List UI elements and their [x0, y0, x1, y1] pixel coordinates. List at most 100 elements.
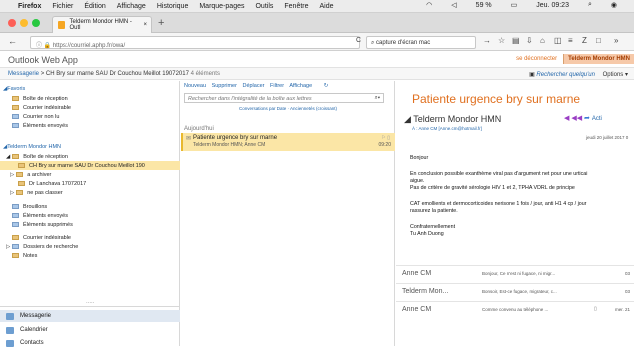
folder-group-account[interactable]: ◢ Telderm Mondor HMN	[0, 142, 180, 151]
nav-messagerie[interactable]: Messagerie	[0, 310, 180, 322]
overflow-icon[interactable]: »	[614, 36, 618, 45]
go-arrow-icon[interactable]: →	[483, 36, 491, 45]
url-bar[interactable]: ⓘ 🔒 https://courriel.aphp.fr/owa/	[30, 36, 360, 49]
close-tab-icon[interactable]: ×	[143, 22, 147, 28]
folder-deleted[interactable]: Éléments supprimés	[0, 220, 180, 229]
extension-icon[interactable]: □	[596, 36, 601, 45]
folder-label: Boîte de réception	[23, 153, 68, 160]
breadcrumb-messagerie[interactable]: Messagerie	[8, 71, 39, 77]
menu-fenetre[interactable]: Fenêtre	[284, 3, 308, 10]
message-row-selected[interactable]: ✉ Patiente urgence bry sur marne ⚐ ▯ Tel…	[181, 133, 395, 151]
expand-arrow-icon[interactable]: ▷	[6, 244, 10, 250]
folder-notes[interactable]: Notes	[0, 251, 180, 260]
reading-sender[interactable]: ◢ Telderm Mondor HMN	[404, 114, 501, 125]
view-button[interactable]: Affichage	[289, 83, 312, 89]
user-name-badge[interactable]: Telderm Mondor HMN	[563, 54, 634, 64]
folder-junk-fav[interactable]: Courrier indésirable	[0, 103, 180, 112]
browser-tab-active[interactable]: Telderm Mondor HMN - Outl ×	[52, 16, 152, 33]
nav-calendrier[interactable]: Calendrier	[0, 324, 180, 336]
folder-ch-bry-selected[interactable]: CH Bry sur marne SAU Dr Couchou Meillot …	[0, 161, 180, 170]
filter-button[interactable]: Filtrer	[270, 83, 284, 89]
close-window-button[interactable]	[8, 19, 16, 27]
folder-icon	[12, 105, 19, 110]
browser-search-field[interactable]: ⌕ capture d'écran mac	[366, 36, 476, 49]
reply-all-icon[interactable]: ◀◀	[571, 115, 584, 122]
home-icon[interactable]: ⌂	[540, 36, 545, 45]
folder-lanchava[interactable]: Dr Lanchava 17072017	[0, 179, 180, 188]
bookmark-star-icon[interactable]: ☆	[498, 36, 505, 45]
forward-icon[interactable]: ➦	[584, 115, 592, 122]
folder-sent-fav[interactable]: Éléments envoyés	[0, 121, 180, 130]
message-subject: Patiente urgence bry sur marne	[193, 135, 278, 141]
folder-archive[interactable]: ▷ a archiver	[0, 170, 180, 179]
volume-icon[interactable]: ◁	[451, 1, 456, 9]
sort-options[interactable]: Conversations par Date · Anciennetés (cr…	[181, 106, 395, 111]
chevron-down-icon[interactable]: ▾	[625, 72, 628, 78]
menu-edition[interactable]: Édition	[84, 3, 105, 10]
menu-affichage[interactable]: Affichage	[117, 3, 146, 10]
expand-arrow-icon[interactable]: ▷	[10, 190, 14, 196]
resize-handle[interactable]: .....	[86, 299, 94, 305]
refresh-icon[interactable]: ↻	[324, 83, 329, 89]
expand-arrow-icon[interactable]: ▷	[10, 172, 14, 178]
zoom-window-button[interactable]	[32, 19, 40, 27]
folder-ne-pas-classer[interactable]: ▷ ne pas classer	[0, 188, 180, 197]
menu-historique[interactable]: Historique	[157, 3, 189, 10]
module-switcher: ..... Messagerie Calendrier Contacts	[0, 299, 180, 349]
reading-date: jeudi 20 juillet 2017 0	[586, 135, 629, 140]
pocket-icon[interactable]: ◫	[554, 36, 562, 45]
menu-icon[interactable]: ≡	[568, 36, 573, 45]
new-message-button[interactable]: Nouveau	[184, 83, 206, 89]
wifi-icon[interactable]: ◠	[426, 1, 432, 9]
library-icon[interactable]: ▤	[512, 36, 520, 45]
minimize-window-button[interactable]	[20, 19, 28, 27]
clock-label[interactable]: Jeu. 09:23	[536, 2, 569, 9]
reload-button[interactable]: C	[356, 37, 361, 44]
folder-search-folders[interactable]: ▷ Dossiers de recherche	[0, 242, 180, 251]
thread-date: 03	[624, 289, 630, 294]
actions-menu[interactable]: Acti	[592, 116, 602, 122]
body-line: aigue.	[410, 178, 425, 184]
body-line: rassurez la patiente.	[410, 208, 458, 214]
folder-unread-fav[interactable]: Courrier non lu	[0, 112, 180, 121]
back-button[interactable]: ←	[8, 36, 17, 46]
move-button[interactable]: Déplacer	[242, 83, 264, 89]
battery-label[interactable]: 59 %	[476, 2, 492, 9]
collapse-arrow-icon[interactable]: ◢	[6, 154, 10, 160]
siri-icon[interactable]: ◉	[611, 1, 617, 9]
folder-inbox[interactable]: ◢ Boîte de réception	[0, 152, 180, 161]
thread-date: 03	[624, 271, 630, 276]
search-folder-icon	[12, 244, 20, 249]
folder-drafts[interactable]: Brouillons	[0, 202, 180, 211]
thread-sender: Telderm Mon...	[402, 288, 449, 295]
delete-button[interactable]: Supprimer	[212, 83, 237, 89]
menu-marque-pages[interactable]: Marque-pages	[199, 3, 244, 10]
menu-app-firefox[interactable]: Firefox	[18, 3, 41, 10]
menu-outils[interactable]: Outils	[255, 3, 273, 10]
thread-item[interactable]: Anne CM Bonjour, Ce n'est ni fugace, ni …	[396, 265, 634, 283]
site-info-icon[interactable]: ⓘ	[36, 43, 44, 49]
search-icon[interactable]: ⌕	[588, 1, 592, 9]
options-menu[interactable]: Options	[603, 72, 624, 78]
flag-icon[interactable]: ⚐ ▯	[381, 135, 390, 141]
menu-aide[interactable]: Aide	[320, 3, 334, 10]
download-icon[interactable]: ⇩	[526, 36, 533, 45]
nav-contacts[interactable]: Contacts	[0, 337, 180, 349]
folder-group-favoris[interactable]: ◢ Favoris	[0, 84, 180, 93]
folder-inbox-fav[interactable]: Boîte de réception	[0, 94, 180, 103]
zotero-icon[interactable]: Z	[582, 36, 587, 45]
disconnect-link[interactable]: se déconnecter	[516, 56, 557, 62]
new-tab-button[interactable]: +	[158, 17, 164, 29]
battery-icon[interactable]: ▭	[511, 1, 518, 9]
folder-junk[interactable]: Courrier indésirable	[0, 233, 180, 242]
mailbox-search-input[interactable]: Rechercher dans l'intégralité de la boît…	[184, 93, 384, 103]
reading-recipient[interactable]: À : Anne CM [Anne.cm@hotmail.fr]	[412, 126, 482, 131]
thread-item[interactable]: Telderm Mon... Bonsoir, Est-ce fugace, m…	[396, 283, 634, 301]
search-icon[interactable]: ⌕▾	[375, 95, 380, 102]
menu-fichier[interactable]: Fichier	[52, 3, 73, 10]
body-line: Confraternellement	[410, 224, 456, 230]
people-search-link[interactable]: Rechercher quelqu'un	[536, 72, 595, 78]
folder-sent[interactable]: Éléments envoyés	[0, 211, 180, 220]
collapse-arrow-icon[interactable]: ◢	[404, 114, 413, 124]
thread-item[interactable]: Anne CM Comme convenu au téléphone ... ▯…	[396, 301, 634, 319]
